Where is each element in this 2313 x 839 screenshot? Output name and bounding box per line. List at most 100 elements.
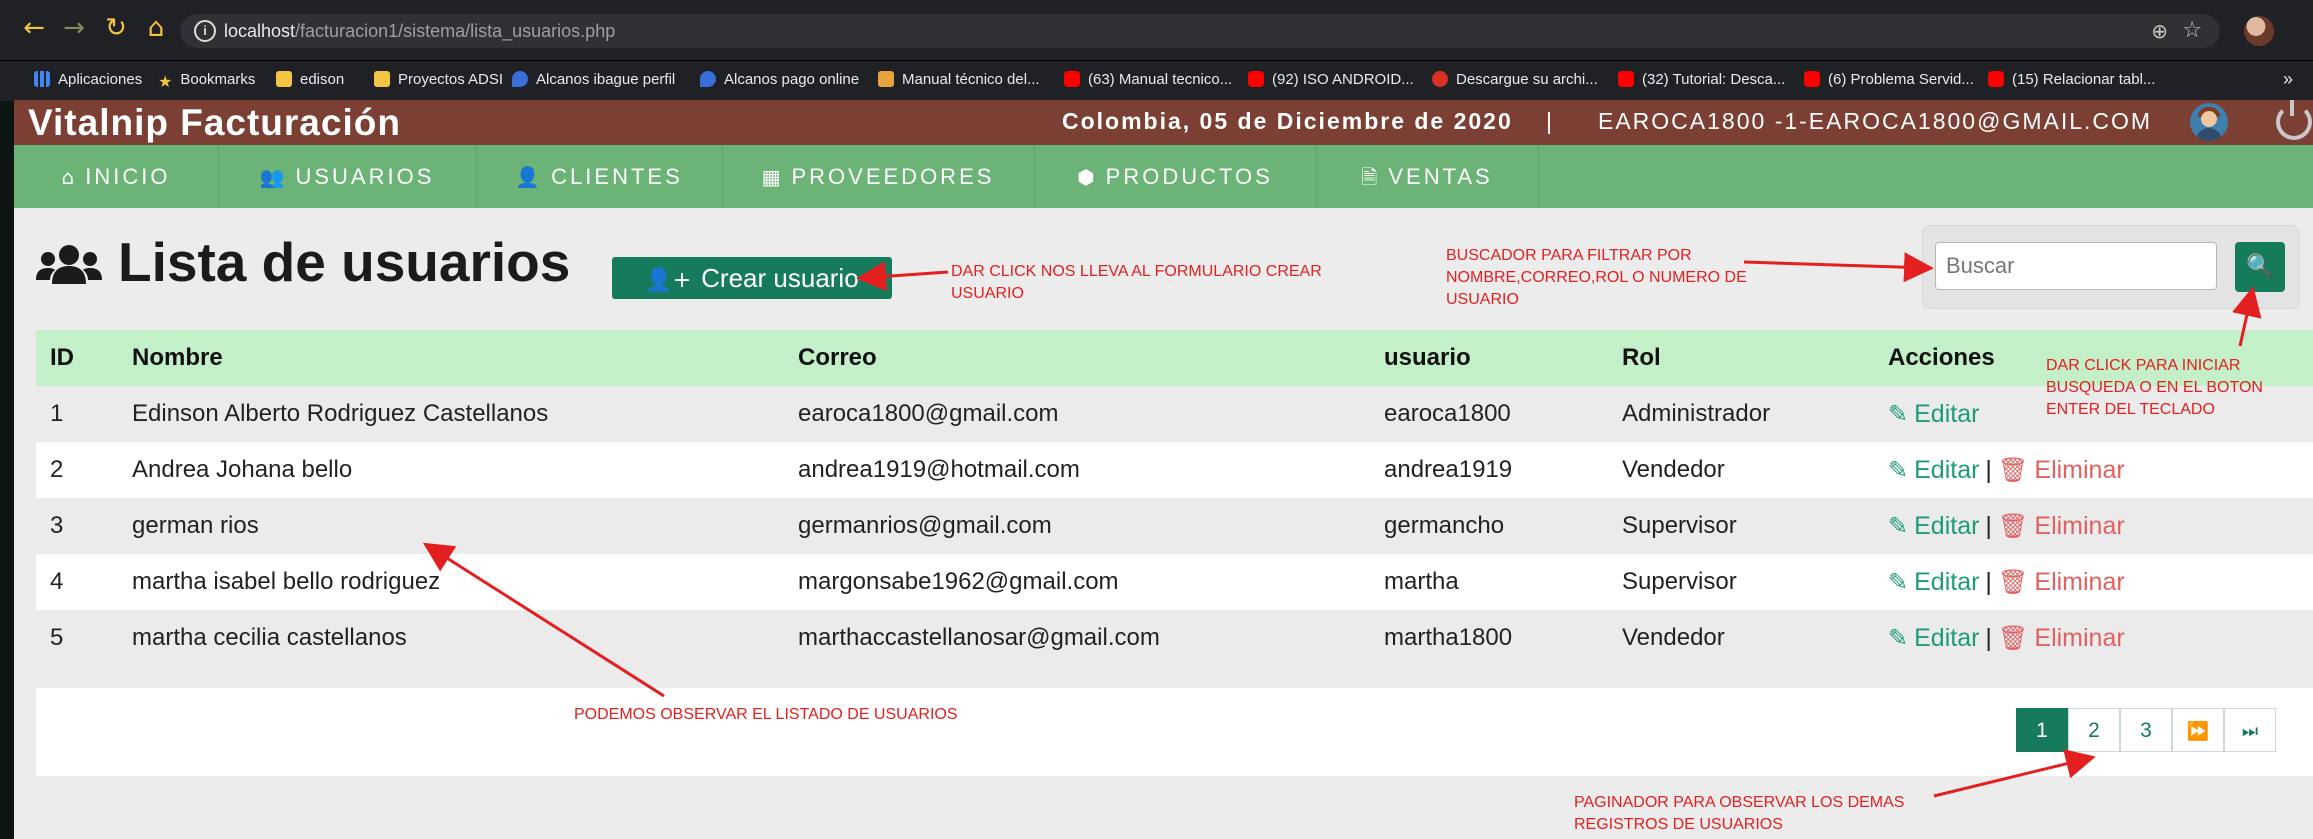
app-header: Vitalnip Facturación Colombia, 05 de Dic… (14, 100, 2313, 145)
cell-acciones: ✎ Editar (1888, 386, 1979, 443)
search-button[interactable]: 🔍 (2235, 242, 2285, 292)
annotation-create: DAR CLICK NOS LLEVA AL FORMULARIO CREAR … (951, 263, 1322, 302)
table-row: 3 german rios germanrios@gmail.com germa… (36, 498, 2313, 554)
url-text[interactable]: localhost/facturacion1/sistema/lista_usu… (224, 21, 615, 42)
bookmark-label: Proyectos ADSI (398, 71, 504, 88)
table-row: 1 Edinson Alberto Rodriguez Castellanos … (36, 386, 2313, 442)
cell-usuario: martha1800 (1384, 624, 1513, 651)
youtube-icon (1064, 71, 1080, 87)
menu-item-proveedores[interactable]: ▦ PROVEEDORES (722, 145, 1035, 208)
cell-correo: earoca1800@gmail.com (798, 400, 1059, 427)
avatar-body (2196, 128, 2222, 141)
bookmark-item[interactable]: Descargue su archi... (1432, 71, 1598, 88)
power-icon[interactable] (2276, 100, 2312, 140)
bookmark-star-icon[interactable]: ☆ (2182, 18, 2202, 43)
cell-nombre: martha cecilia castellanos (132, 624, 407, 651)
action-separator: | (1985, 456, 1992, 484)
page-button-2[interactable]: 2 (2068, 708, 2120, 752)
edit-icon: ✎ (1888, 456, 1909, 484)
menu-label: INICIO (85, 164, 171, 189)
page-button-3[interactable]: 3 (2120, 708, 2172, 752)
bookmark-item[interactable]: Manual técnico del... (878, 71, 1040, 88)
address-bar[interactable]: i localhost/facturacion1/sistema/lista_u… (180, 14, 2220, 48)
user-plus-icon: 👤+ (645, 268, 692, 293)
avatar-face (2201, 111, 2217, 127)
next-page-button[interactable]: ⏩ (2172, 708, 2224, 752)
page-button-1[interactable]: 1 (2016, 708, 2068, 752)
bookmark-item[interactable]: (6) Problema Servid... (1804, 71, 1974, 88)
url-host: localhost (224, 21, 296, 41)
header-separator: | (1546, 108, 1552, 134)
search-input[interactable] (1935, 242, 2217, 290)
bookmark-item[interactable]: Alcanos pago online (700, 71, 859, 88)
bookmark-label: Manual técnico del... (902, 71, 1040, 88)
bookmark-item[interactable]: Aplicaciones (34, 71, 142, 88)
star-icon: ★ (158, 74, 173, 91)
zoom-icon[interactable]: ⊕ (2151, 19, 2168, 43)
flame-icon (512, 71, 528, 87)
header-user: EAROCA1800 -1-EAROCA1800@GMAIL.COM (1598, 108, 2153, 134)
bookmark-item[interactable]: (92) ISO ANDROID... (1248, 71, 1414, 88)
delete-link[interactable]: 🗑 Eliminar (1998, 624, 2125, 652)
search-icon: 🔍 (2246, 254, 2274, 279)
bookmark-item[interactable]: Proyectos ADSI (374, 71, 503, 88)
bookmark-item[interactable]: (15) Relacionar tabl... (1988, 71, 2155, 88)
info-icon[interactable]: i (194, 20, 216, 42)
create-user-button[interactable]: 👤+ Crear usuario (612, 257, 892, 299)
user-avatar[interactable] (2190, 103, 2228, 141)
annotation-search: BUSCADOR PARA FILTRAR POR NOMBRE,CORREO,… (1446, 247, 1747, 308)
cell-correo: andrea1919@hotmail.com (798, 456, 1080, 483)
home-icon[interactable]: ⌂ (142, 14, 170, 42)
edit-link[interactable]: ✎ Editar (1888, 456, 1979, 484)
annotation-list: PODEMOS OBSERVAR EL LISTADO DE USUARIOS (574, 706, 958, 723)
bookmark-label: (32) Tutorial: Desca... (1642, 71, 1786, 88)
user-icon: 👤 (515, 165, 544, 189)
bookmark-item[interactable]: Alcanos ibague perfil (512, 71, 675, 88)
edit-label: Editar (1914, 568, 1980, 596)
table-header: ID Nombre Correo usuario Rol Acciones (36, 330, 2313, 386)
delete-link[interactable]: 🗑 Eliminar (1998, 456, 2125, 484)
delete-link[interactable]: 🗑 Eliminar (1998, 512, 2125, 540)
cell-correo: margonsabe1962@gmail.com (798, 568, 1119, 595)
edit-icon: ✎ (1888, 624, 1909, 652)
menu-label: PROVEEDORES (791, 164, 995, 189)
shield-icon (878, 71, 894, 87)
back-arrow-icon[interactable]: ← (20, 14, 48, 42)
youtube-icon (1248, 71, 1264, 87)
menu-item-productos[interactable]: ⬢ PRODUCTOS (1034, 145, 1317, 208)
edit-label: Editar (1914, 624, 1980, 652)
bookmarks-bar: Aplicaciones ★ Bookmarks edison Proyectos… (0, 60, 2313, 101)
delete-link[interactable]: 🗑 Eliminar (1998, 568, 2125, 596)
browser-toolbar: ← → ↻ ⌂ i localhost/facturacion1/sistema… (0, 0, 2313, 60)
bookmark-item[interactable]: edison (276, 71, 344, 88)
menu-item-clientes[interactable]: 👤 CLIENTES (476, 145, 723, 208)
annotation-pager: PAGINADOR PARA OBSERVAR LOS DEMAS REGIST… (1574, 794, 1905, 833)
cell-id: 1 (50, 400, 64, 427)
bookmark-label: (92) ISO ANDROID... (1272, 71, 1414, 88)
column-header-rol: Rol (1622, 344, 1661, 371)
profile-avatar[interactable] (2244, 16, 2274, 46)
edit-link[interactable]: ✎ Editar (1888, 400, 1979, 428)
page-title: Lista de usuarios (118, 231, 571, 293)
youtube-icon (1988, 71, 2004, 87)
header-date: Colombia, 05 de Diciembre de 2020 (1062, 108, 1513, 134)
last-page-button[interactable]: ⏭ (2224, 708, 2276, 752)
cell-usuario: andrea1919 (1384, 456, 1513, 483)
bookmark-item[interactable]: ★ Bookmarks (158, 71, 255, 91)
menu-label: PRODUCTOS (1105, 164, 1273, 189)
forward-arrow-icon[interactable]: → (60, 14, 88, 42)
edit-link[interactable]: ✎ Editar (1888, 624, 1979, 652)
edit-link[interactable]: ✎ Editar (1888, 568, 1979, 596)
bookmark-item[interactable]: (32) Tutorial: Desca... (1618, 71, 1785, 88)
edit-link[interactable]: ✎ Editar (1888, 512, 1979, 540)
reload-icon[interactable]: ↻ (102, 14, 130, 42)
bookmark-item[interactable]: (63) Manual tecnico... (1064, 71, 1232, 88)
menu-item-inicio[interactable]: ⌂ INICIO (14, 145, 219, 208)
cell-rol: Administrador (1622, 400, 1771, 427)
table-row: 5 martha cecilia castellanos marthaccast… (36, 610, 2313, 666)
bookmark-label: (63) Manual tecnico... (1088, 71, 1233, 88)
menu-item-ventas[interactable]: 🗎 VENTAS (1316, 145, 1539, 208)
bookmarks-overflow[interactable]: » (2283, 69, 2293, 90)
cell-nombre: Edinson Alberto Rodriguez Castellanos (132, 400, 549, 427)
menu-item-usuarios[interactable]: 👥 USUARIOS (218, 145, 477, 208)
